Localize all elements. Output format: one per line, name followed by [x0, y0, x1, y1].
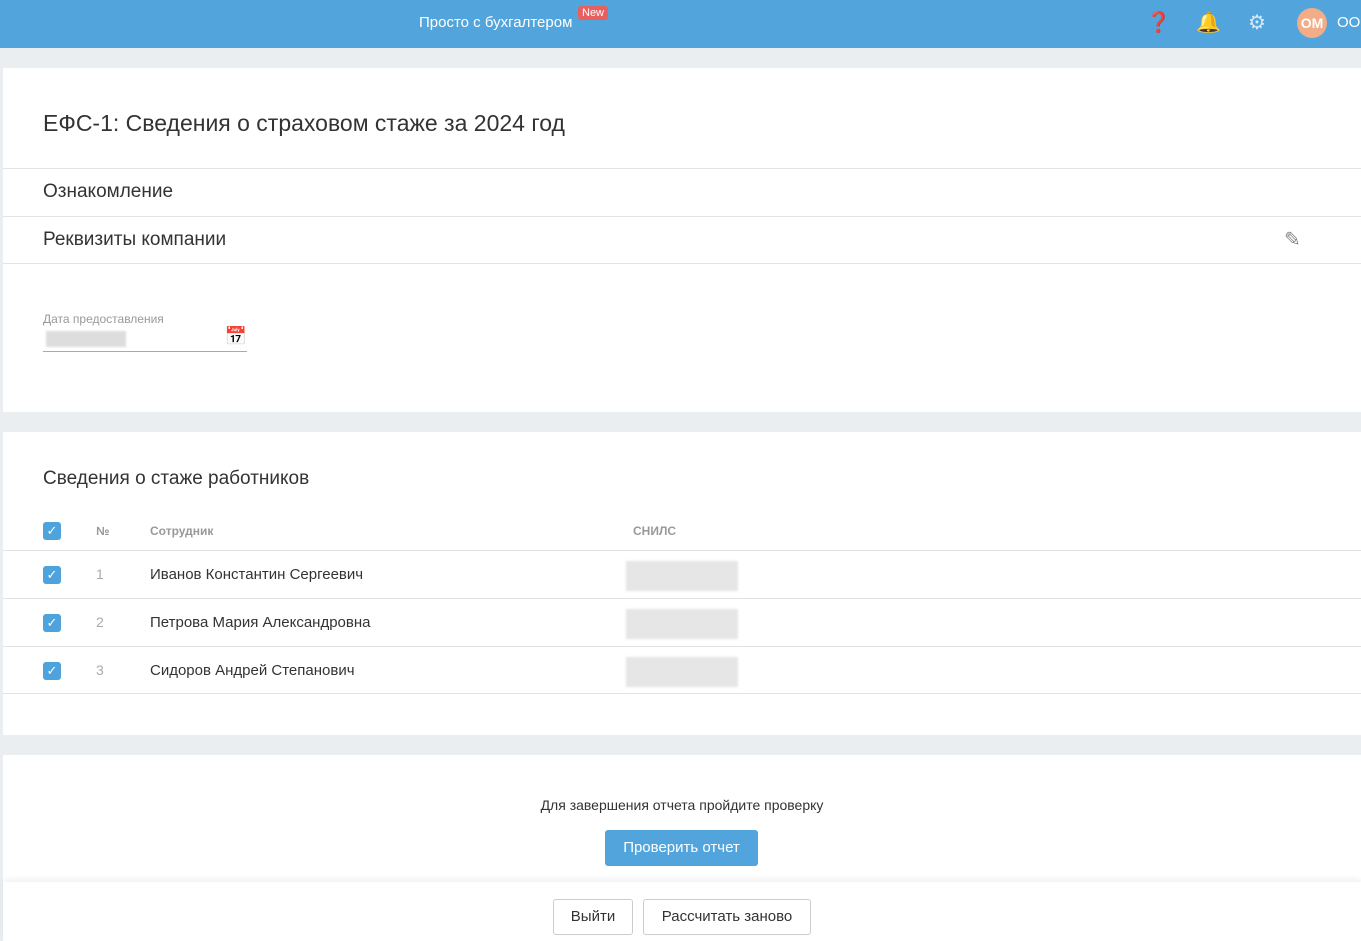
col-employee: Сотрудник: [150, 524, 214, 538]
table-row[interactable]: ✓ 2 Петрова Мария Александровна: [3, 598, 1361, 646]
date-value-redacted: [46, 331, 126, 347]
col-number: №: [96, 524, 110, 538]
org-name[interactable]: ООО: [1337, 14, 1361, 31]
row-name: Петрова Мария Александровна: [150, 614, 371, 631]
calendar-icon[interactable]: 📅: [225, 326, 247, 347]
avatar[interactable]: ОМ: [1297, 8, 1327, 38]
new-badge: New: [578, 6, 609, 20]
employees-card: Сведения о стаже работников ✓ № Сотрудни…: [3, 432, 1361, 735]
page-title: ЕФС-1: Сведения о страховом стаже за 202…: [43, 110, 565, 136]
row-checkbox[interactable]: ✓: [43, 566, 61, 584]
brand-link[interactable]: Просто с бухгалтером: [419, 14, 572, 31]
row-name: Иванов Константин Сергеевич: [150, 566, 364, 583]
gear-icon[interactable]: ⚙: [1246, 12, 1268, 34]
check-hint: Для завершения отчета пройдите проверку: [540, 797, 824, 813]
section-requisites-label: Реквизиты компании: [43, 229, 227, 250]
row-name: Сидоров Андрей Степанович: [150, 662, 355, 679]
top-bar: Просто с бухгалтером New ❓ 🔔 ⚙ ОМ ООО: [0, 0, 1361, 48]
snils-redacted: [626, 657, 738, 687]
table-row[interactable]: ✓ 1 Иванов Константин Сергеевич: [3, 550, 1361, 598]
section-intro-label: Ознакомление: [43, 181, 174, 202]
section-requisites[interactable]: Реквизиты компании ✎: [3, 216, 1361, 264]
snils-redacted: [626, 561, 738, 591]
snils-redacted: [626, 609, 738, 639]
row-checkbox[interactable]: ✓: [43, 614, 61, 632]
row-checkbox[interactable]: ✓: [43, 662, 61, 680]
date-label: Дата предоставления: [43, 312, 164, 326]
help-icon[interactable]: ❓: [1146, 12, 1171, 34]
footer-bar: Выйти Рассчитать заново: [3, 882, 1361, 941]
table-row[interactable]: ✓ 3 Сидоров Андрей Степанович: [3, 646, 1361, 694]
bell-icon[interactable]: 🔔: [1196, 12, 1221, 34]
date-input[interactable]: 📅: [43, 326, 247, 352]
section-intro[interactable]: Ознакомление: [3, 168, 1361, 216]
row-number: 1: [96, 566, 104, 582]
exit-button[interactable]: Выйти: [553, 899, 633, 935]
employees-title: Сведения о стаже работников: [43, 468, 310, 489]
row-number: 2: [96, 614, 104, 630]
pencil-icon[interactable]: ✎: [1284, 227, 1301, 252]
col-snils: СНИЛС: [633, 524, 677, 538]
report-card: ЕФС-1: Сведения о страховом стаже за 202…: [3, 68, 1361, 412]
row-number: 3: [96, 662, 104, 678]
recalculate-button[interactable]: Рассчитать заново: [643, 899, 811, 935]
check-report-button[interactable]: Проверить отчет: [605, 830, 758, 866]
select-all-checkbox[interactable]: ✓: [43, 522, 61, 540]
